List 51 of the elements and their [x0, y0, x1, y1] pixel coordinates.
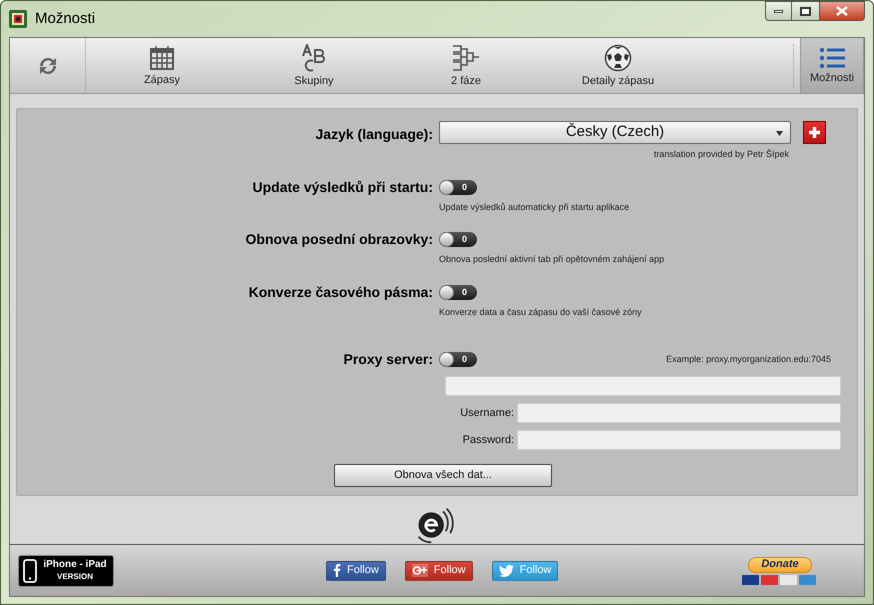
translation-note: translation provided by Petr Šípek: [654, 148, 789, 161]
field-label: Obnova posední obrazovky:: [244, 230, 434, 249]
calendar-icon: [149, 45, 175, 71]
toggle-switch[interactable]: 0: [439, 352, 477, 367]
window-title: Možnosti: [35, 8, 96, 29]
close-button[interactable]: [819, 1, 865, 21]
close-icon: [836, 6, 848, 16]
field-label: Konverze časového pásma:: [248, 282, 434, 302]
toolbar-tab[interactable]: 2 fáze: [390, 38, 542, 93]
google-plus-icon: [412, 564, 428, 577]
follow-button[interactable]: Follow: [404, 560, 473, 580]
app-store-badge[interactable]: iPhone - iPad VERSION: [18, 554, 114, 586]
refresh-all-button[interactable]: Obnova všech dat...: [334, 464, 552, 487]
toggle-switch[interactable]: 0: [439, 180, 477, 194]
setting-description: Update výsledků automaticky při startu aplikace: [439, 200, 630, 214]
toolbar-tab[interactable]: Skupiny: [238, 38, 390, 93]
input-field[interactable]: [517, 403, 841, 423]
field-label: Jazyk (language):: [314, 125, 434, 144]
toolbar-tab[interactable]: Detaily zápasu: [542, 38, 694, 93]
bracket-icon: [452, 44, 480, 72]
language-dropdown[interactable]: Česky (Czech): [439, 121, 791, 144]
add-button[interactable]: [803, 121, 826, 144]
setting-description: Obnova poslední aktivní tab při opětovném zahájení app: [439, 253, 664, 266]
badge-title: iPhone - iPad: [43, 560, 107, 570]
toolbar-tab[interactable]: Možnosti: [800, 38, 864, 93]
follow-button[interactable]: Follow: [326, 560, 386, 580]
app-icon: [9, 10, 27, 28]
field-label: Update výsledků při startu:: [252, 178, 434, 197]
toggle-switch[interactable]: 0: [439, 232, 477, 247]
payment-cards-icon: [742, 574, 818, 584]
badge-subtitle: VERSION: [56, 573, 93, 581]
dropdown-arrow-icon: [776, 131, 783, 136]
field-label: Username:: [459, 406, 515, 421]
field-label: Password:: [462, 432, 515, 448]
plus-icon: [808, 126, 821, 139]
example-hint: Example: proxy.myorganization.edu:7045: [666, 352, 831, 366]
soccer-ball-icon: [604, 44, 632, 72]
setting-description: Konverze data a času zápasu do vaší časové zóny: [439, 306, 642, 319]
list-icon: [819, 47, 845, 69]
bird-icon: [498, 564, 514, 576]
field-label: Proxy server:: [342, 350, 434, 369]
phone-icon: [23, 558, 37, 582]
maximize-button[interactable]: [792, 1, 819, 21]
letters-icon: [301, 44, 327, 72]
proxy-server-field[interactable]: [445, 376, 841, 396]
minimize-button[interactable]: [765, 1, 792, 21]
toggle-switch[interactable]: 0: [439, 284, 477, 300]
toolbar-tab[interactable]: Zápasy: [86, 38, 238, 93]
donate-button[interactable]: Donate: [748, 556, 812, 572]
input-field[interactable]: [517, 430, 841, 450]
facebook-icon: [333, 564, 341, 577]
